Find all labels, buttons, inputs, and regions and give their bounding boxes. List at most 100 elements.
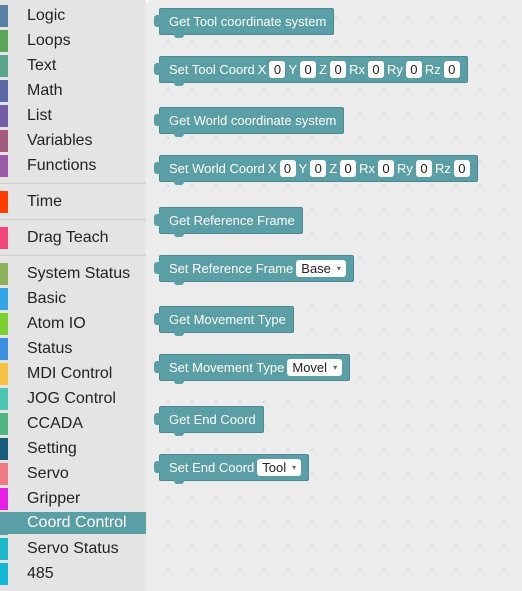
- x-input[interactable]: 0: [269, 61, 286, 78]
- y-input[interactable]: 0: [300, 61, 317, 78]
- chevron-down-icon: ▾: [292, 463, 297, 472]
- block-label: Set Movement Type: [169, 360, 285, 375]
- rx-label: Rx: [359, 161, 376, 176]
- category-label: List: [27, 107, 52, 124]
- category-system-status[interactable]: System Status: [0, 262, 146, 286]
- chevron-down-icon: ▾: [333, 363, 338, 372]
- set-world-coord-block[interactable]: Set World Coord X 0 Y 0 Z 0 Rx 0 Ry 0 Rz…: [154, 155, 478, 185]
- category-basic[interactable]: Basic: [0, 287, 146, 311]
- category-color-status: [0, 338, 8, 360]
- category-label: Basic: [27, 290, 67, 307]
- y-input[interactable]: 0: [310, 160, 327, 177]
- category-time[interactable]: Time: [0, 190, 146, 214]
- block-label: Set Tool Coord: [169, 62, 255, 77]
- category-mdi-control[interactable]: MDI Control: [0, 362, 146, 386]
- category-color-setting: [0, 438, 8, 460]
- category-label: JOG Control: [27, 390, 116, 407]
- category-text[interactable]: Text: [0, 54, 146, 78]
- category-label: Servo: [27, 465, 69, 482]
- set-reference-frame-block[interactable]: Set Reference Frame Base ▾: [154, 255, 354, 285]
- block-label: Set End Coord: [169, 460, 255, 475]
- category-label: Servo Status: [27, 540, 119, 557]
- category-color-loops: [0, 30, 8, 52]
- category-label: Loops: [27, 32, 71, 49]
- get-end-coord-block[interactable]: Get End Coord: [154, 406, 264, 436]
- get-movement-type-block[interactable]: Get Movement Type: [154, 306, 294, 336]
- rz-input[interactable]: 0: [453, 160, 470, 177]
- rz-input[interactable]: 0: [443, 61, 460, 78]
- get-world-coord-block[interactable]: Get World coordinate system: [153, 107, 345, 137]
- get-tool-coord-block[interactable]: Get Tool coordinate system: [153, 8, 335, 38]
- category-color-mdi-control: [0, 363, 8, 385]
- category-color-coord-control: [0, 513, 8, 535]
- block-label: Get World coordinate system: [169, 113, 337, 128]
- z-label: Z: [329, 161, 338, 176]
- category-color-servo-status: [0, 538, 8, 560]
- category-list[interactable]: List: [0, 104, 146, 128]
- x-input[interactable]: 0: [279, 160, 296, 177]
- set-movement-type-block[interactable]: Set Movement Type Movel ▾: [153, 354, 351, 384]
- category-label: System Status: [27, 265, 131, 282]
- category-label: Setting: [27, 440, 77, 457]
- z-input[interactable]: 0: [340, 160, 357, 177]
- category-logic[interactable]: Logic: [0, 4, 146, 28]
- z-input[interactable]: 0: [330, 61, 347, 78]
- category-label: Coord Control: [27, 514, 127, 531]
- category-setting[interactable]: Setting: [0, 437, 146, 461]
- category-color-logic: [0, 5, 8, 27]
- block-notch: [174, 281, 184, 285]
- category-color-gripper: [0, 488, 8, 510]
- category-variables[interactable]: Variables: [0, 129, 146, 153]
- category-drag-teach[interactable]: Drag Teach: [0, 226, 146, 250]
- category-color-math: [0, 80, 8, 102]
- category-label: Status: [27, 340, 73, 357]
- y-label: Y: [298, 161, 308, 176]
- category-label: Text: [27, 57, 57, 74]
- category-functions[interactable]: Functions: [0, 154, 146, 178]
- block-notch: [174, 380, 184, 384]
- block-notch: [174, 432, 184, 436]
- block-flyout[interactable]: Get Tool coordinate system Set Tool Coor…: [146, 0, 522, 591]
- z-label: Z: [319, 62, 328, 77]
- ry-input[interactable]: 0: [405, 61, 422, 78]
- category-color-text: [0, 55, 8, 77]
- category-label: Time: [27, 193, 62, 210]
- block-notch: [174, 133, 184, 137]
- dropdown-value: Base: [301, 261, 331, 276]
- category-separator: [0, 255, 146, 256]
- set-tool-coord-block[interactable]: Set Tool Coord X 0 Y 0 Z 0 Rx 0 Ry 0 Rz …: [154, 56, 468, 86]
- category-coord-control[interactable]: Coord Control: [0, 512, 146, 535]
- category-label: Variables: [27, 132, 93, 149]
- category-status[interactable]: Status: [0, 337, 146, 361]
- category-color-list: [0, 105, 8, 127]
- category-color-atom-io: [0, 313, 8, 335]
- block-notch: [174, 82, 184, 86]
- ry-input[interactable]: 0: [415, 160, 432, 177]
- category-label: Logic: [27, 7, 66, 24]
- rx-input[interactable]: 0: [367, 61, 384, 78]
- category-servo-status[interactable]: Servo Status: [0, 537, 146, 561]
- category-gripper[interactable]: Gripper: [0, 487, 146, 511]
- category-loops[interactable]: Loops: [0, 29, 146, 53]
- category-servo[interactable]: Servo: [0, 462, 146, 486]
- category-label: MDI Control: [27, 365, 113, 382]
- category-label: 485: [27, 565, 54, 582]
- movement-type-dropdown[interactable]: Movel ▾: [287, 359, 343, 376]
- category-jog-control[interactable]: JOG Control: [0, 387, 146, 411]
- block-label: Get Tool coordinate system: [169, 14, 327, 29]
- reference-frame-dropdown[interactable]: Base ▾: [296, 260, 346, 277]
- category-label: Drag Teach: [27, 229, 109, 246]
- get-reference-frame-block[interactable]: Get Reference Frame: [154, 207, 303, 237]
- category-atom-io[interactable]: Atom IO: [0, 312, 146, 336]
- block-notch: [174, 480, 184, 484]
- set-end-coord-block[interactable]: Set End Coord Tool ▾: [153, 454, 310, 484]
- end-coord-dropdown[interactable]: Tool ▾: [257, 459, 302, 476]
- rx-input[interactable]: 0: [378, 160, 395, 177]
- dropdown-value: Movel: [292, 360, 328, 375]
- category-math[interactable]: Math: [0, 79, 146, 103]
- category-485[interactable]: 485: [0, 562, 146, 586]
- block-notch: [174, 181, 184, 185]
- category-color-jog-control: [0, 388, 8, 410]
- ry-label: Ry: [397, 161, 413, 176]
- category-ccada[interactable]: CCADA: [0, 412, 146, 436]
